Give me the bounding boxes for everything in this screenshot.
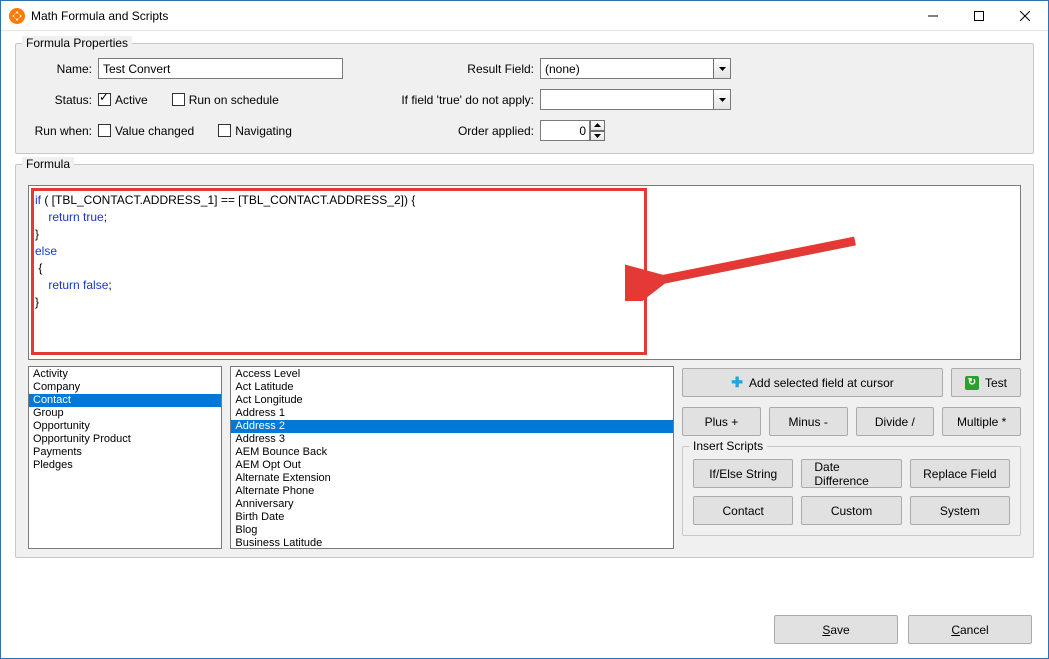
tables-item[interactable]: Payments bbox=[29, 446, 221, 459]
app-icon bbox=[9, 8, 25, 24]
run-when-label: Run when: bbox=[30, 124, 98, 138]
result-field-label: Result Field: bbox=[395, 62, 540, 76]
minus-button[interactable]: Minus - bbox=[769, 407, 848, 436]
test-icon: ↻ bbox=[965, 376, 979, 390]
fields-item[interactable]: Alternate Phone bbox=[231, 485, 673, 498]
fields-item[interactable]: AEM Opt Out bbox=[231, 459, 673, 472]
if-true-label: If field 'true' do not apply: bbox=[395, 93, 540, 107]
schedule-checkbox-wrap[interactable]: Run on schedule bbox=[172, 93, 279, 107]
titlebar: Math Formula and Scripts bbox=[1, 1, 1048, 31]
dropdown-arrow-icon bbox=[713, 90, 730, 109]
tables-item[interactable]: Pledges bbox=[29, 459, 221, 472]
fields-item[interactable]: Access Level bbox=[231, 368, 673, 381]
spinner-buttons bbox=[590, 120, 605, 141]
test-label: Test bbox=[985, 376, 1007, 390]
plus-icon: ✚ bbox=[731, 374, 743, 391]
custom-button[interactable]: Custom bbox=[801, 496, 901, 525]
status-label: Status: bbox=[30, 93, 98, 107]
spinner-down[interactable] bbox=[590, 131, 605, 142]
fields-item[interactable]: Business Latitude bbox=[231, 537, 673, 549]
maximize-button[interactable] bbox=[956, 1, 1002, 31]
fields-item[interactable]: Alternate Extension bbox=[231, 472, 673, 485]
divide-button[interactable]: Divide / bbox=[856, 407, 935, 436]
name-input[interactable] bbox=[98, 58, 343, 79]
insert-scripts-legend: Insert Scripts bbox=[689, 439, 767, 453]
fields-item[interactable]: Act Latitude bbox=[231, 381, 673, 394]
value-changed-checkbox-label: Value changed bbox=[115, 124, 194, 138]
multiple-button[interactable]: Multiple * bbox=[942, 407, 1021, 436]
tables-item[interactable]: Group bbox=[29, 407, 221, 420]
name-label: Name: bbox=[30, 62, 98, 76]
tables-item[interactable]: Opportunity bbox=[29, 420, 221, 433]
ifelse-button[interactable]: If/Else String bbox=[693, 459, 793, 488]
navigating-checkbox-label: Navigating bbox=[235, 124, 292, 138]
order-applied-label: Order applied: bbox=[395, 124, 540, 138]
formula-legend: Formula bbox=[22, 157, 74, 171]
result-field-combo[interactable]: (none) bbox=[540, 58, 731, 79]
tables-item[interactable]: Contact bbox=[29, 394, 221, 407]
order-applied-input[interactable] bbox=[540, 120, 590, 141]
formula-group: Formula if ( [TBL_CONTACT.ADDRESS_1] == … bbox=[15, 164, 1034, 558]
save-button[interactable]: Save bbox=[774, 615, 898, 644]
fields-item[interactable]: AEM Bounce Back bbox=[231, 446, 673, 459]
value-changed-checkbox[interactable] bbox=[98, 124, 111, 137]
plus-button[interactable]: Plus + bbox=[682, 407, 761, 436]
fields-listbox[interactable]: Access LevelAct LatitudeAct LongitudeAdd… bbox=[230, 366, 674, 549]
tables-listbox[interactable]: ActivityCompanyContactGroupOpportunityOp… bbox=[28, 366, 222, 549]
fields-item[interactable]: Act Longitude bbox=[231, 394, 673, 407]
order-applied-spinner[interactable] bbox=[540, 120, 605, 141]
test-button[interactable]: ↻ Test bbox=[951, 368, 1021, 397]
formula-properties-group: Formula Properties Name: Result Field: (… bbox=[15, 43, 1034, 154]
add-field-label: Add selected field at cursor bbox=[749, 376, 894, 390]
tables-item[interactable]: Activity bbox=[29, 368, 221, 381]
dropdown-arrow-icon bbox=[713, 59, 730, 78]
spinner-up[interactable] bbox=[590, 120, 605, 131]
result-field-value: (none) bbox=[545, 62, 580, 76]
formula-code-editor[interactable]: if ( [TBL_CONTACT.ADDRESS_1] == [TBL_CON… bbox=[28, 185, 1021, 360]
cancel-button[interactable]: Cancel bbox=[908, 615, 1032, 644]
schedule-checkbox[interactable] bbox=[172, 93, 185, 106]
fields-item[interactable]: Address 1 bbox=[231, 407, 673, 420]
active-checkbox-label: Active bbox=[115, 93, 148, 107]
window-controls bbox=[910, 1, 1048, 30]
operator-buttons: ✚ Add selected field at cursor ↻ Test Pl… bbox=[682, 366, 1021, 549]
fields-item[interactable]: Anniversary bbox=[231, 498, 673, 511]
contact-button[interactable]: Contact bbox=[693, 496, 793, 525]
window: Math Formula and Scripts Formula Propert… bbox=[0, 0, 1049, 659]
value-changed-checkbox-wrap[interactable]: Value changed bbox=[98, 124, 194, 138]
fields-item[interactable]: Address 3 bbox=[231, 433, 673, 446]
tables-item[interactable]: Opportunity Product bbox=[29, 433, 221, 446]
close-button[interactable] bbox=[1002, 1, 1048, 31]
footer-buttons: Save Cancel bbox=[774, 615, 1032, 644]
navigating-checkbox-wrap[interactable]: Navigating bbox=[218, 124, 292, 138]
window-title: Math Formula and Scripts bbox=[31, 9, 168, 23]
active-checkbox-wrap[interactable]: Active bbox=[98, 93, 148, 107]
fields-item[interactable]: Birth Date bbox=[231, 511, 673, 524]
formula-properties-legend: Formula Properties bbox=[22, 36, 132, 50]
fields-item[interactable]: Address 2 bbox=[231, 420, 673, 433]
active-checkbox[interactable] bbox=[98, 93, 111, 106]
if-true-combo[interactable] bbox=[540, 89, 731, 110]
tables-item[interactable]: Company bbox=[29, 381, 221, 394]
navigating-checkbox[interactable] bbox=[218, 124, 231, 137]
minimize-button[interactable] bbox=[910, 1, 956, 31]
client-area: Formula Properties Name: Result Field: (… bbox=[1, 31, 1048, 580]
highlight-overlay bbox=[31, 188, 647, 355]
replace-button[interactable]: Replace Field bbox=[910, 459, 1010, 488]
schedule-checkbox-label: Run on schedule bbox=[189, 93, 279, 107]
datediff-button[interactable]: Date Difference bbox=[801, 459, 901, 488]
fields-item[interactable]: Blog bbox=[231, 524, 673, 537]
system-button[interactable]: System bbox=[910, 496, 1010, 525]
insert-scripts-group: Insert Scripts If/Else String Date Diffe… bbox=[682, 446, 1021, 536]
add-field-button[interactable]: ✚ Add selected field at cursor bbox=[682, 368, 943, 397]
